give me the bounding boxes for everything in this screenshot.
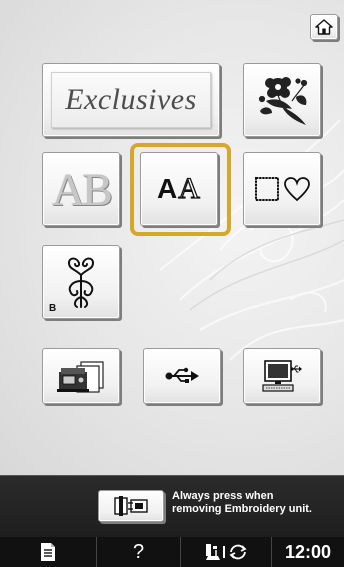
machine-memory-icon [57,361,104,393]
embroidery-unit-notice-text: Always press when removing Embroidery un… [172,490,342,516]
help-button[interactable]: ? [97,537,181,567]
machine-memory-button[interactable] [42,348,120,404]
help-icon: ? [132,540,145,563]
document-button[interactable] [0,537,97,567]
clock: 12:00 [284,541,332,562]
status-bar: ? 12:00 [0,537,344,567]
floral-pattern-button[interactable] [243,63,321,137]
computer-icon [262,360,302,392]
notice-line-1: Always press when [172,490,274,502]
floral-embroidery-icon [258,77,308,125]
notice-line-2: removing Embroidery unit. [172,503,312,515]
ornament-pattern-button[interactable]: B [42,245,120,319]
embroidery-unit-notice-bar: Always press when removing Embroidery un… [0,475,344,538]
home-button[interactable] [310,14,338,40]
presser-foot-icon [206,544,220,560]
usb-icon [165,367,199,383]
embroidery-category-screen: Exclusives AB AA B [0,0,344,475]
presser-foot-status[interactable] [181,537,272,567]
decorative-alphabet-icon: AB [52,163,113,215]
presser-foot-status-icons [206,544,247,560]
aa-bold-letter: A [157,173,179,204]
decorative-alphabet-button[interactable]: AB [42,152,120,226]
character-font-button[interactable]: AA [140,152,218,226]
rotate-arrows-icon [229,544,247,560]
frame-pattern-icon [255,177,310,202]
exclusives-button[interactable]: Exclusives [42,63,220,137]
document-icon [41,543,55,561]
embroidery-unit-release-icon [114,496,148,516]
aa-outline-letter: A [178,171,201,205]
needle-indicator [223,546,225,558]
usb-button[interactable] [143,348,221,404]
home-icon [315,19,333,35]
character-font-icon: AA [157,171,201,206]
frame-pattern-button[interactable] [243,152,321,226]
ornament-pattern-icon [67,257,95,308]
exclusives-label: Exclusives [51,72,211,128]
computer-button[interactable] [243,348,321,404]
embroidery-unit-release-button[interactable] [98,490,164,522]
pattern-b-label: B [49,303,57,314]
